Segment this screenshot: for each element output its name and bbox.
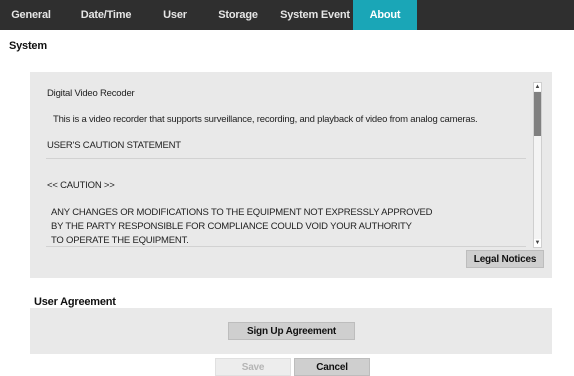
tab-general[interactable]: General [0,0,62,30]
product-description-text: This is a video recorder that supports s… [53,114,478,125]
caution-line-3: TO OPERATE THE EQUIPMENT. [51,235,189,246]
product-name-text: Digital Video Recoder [47,88,135,99]
settings-tab-bar: General Date/Time User Storage System Ev… [0,0,574,30]
caution-statement-heading: USER'S CAUTION STATEMENT [47,140,181,151]
text-divider [46,246,526,247]
system-section-title: System [9,40,47,52]
cancel-button[interactable]: Cancel [294,358,370,376]
user-agreement-title: User Agreement [34,296,116,308]
scrollbar-thumb[interactable] [534,92,541,136]
save-button[interactable]: Save [215,358,291,376]
sign-up-agreement-button[interactable]: Sign Up Agreement [228,322,355,340]
scroll-down-arrow-icon[interactable]: ▼ [534,239,541,247]
caution-heading: << CAUTION >> [47,180,115,191]
text-divider [46,158,526,159]
tab-date-time[interactable]: Date/Time [68,0,144,30]
tab-storage[interactable]: Storage [205,0,271,30]
tab-system-event[interactable]: System Event [277,0,353,30]
about-text-scrollbar[interactable]: ▲ ▼ [533,82,542,248]
caution-line-1: ANY CHANGES OR MODIFICATIONS TO THE EQUI… [51,207,433,218]
caution-line-2: BY THE PARTY RESPONSIBLE FOR COMPLIANCE … [51,221,412,232]
tab-user[interactable]: User [150,0,200,30]
about-text-area[interactable]: Digital Video Recoder This is a video re… [38,78,544,248]
legal-notices-button[interactable]: Legal Notices [466,250,544,268]
scroll-up-arrow-icon[interactable]: ▲ [534,83,541,91]
tab-about[interactable]: About [353,0,417,30]
